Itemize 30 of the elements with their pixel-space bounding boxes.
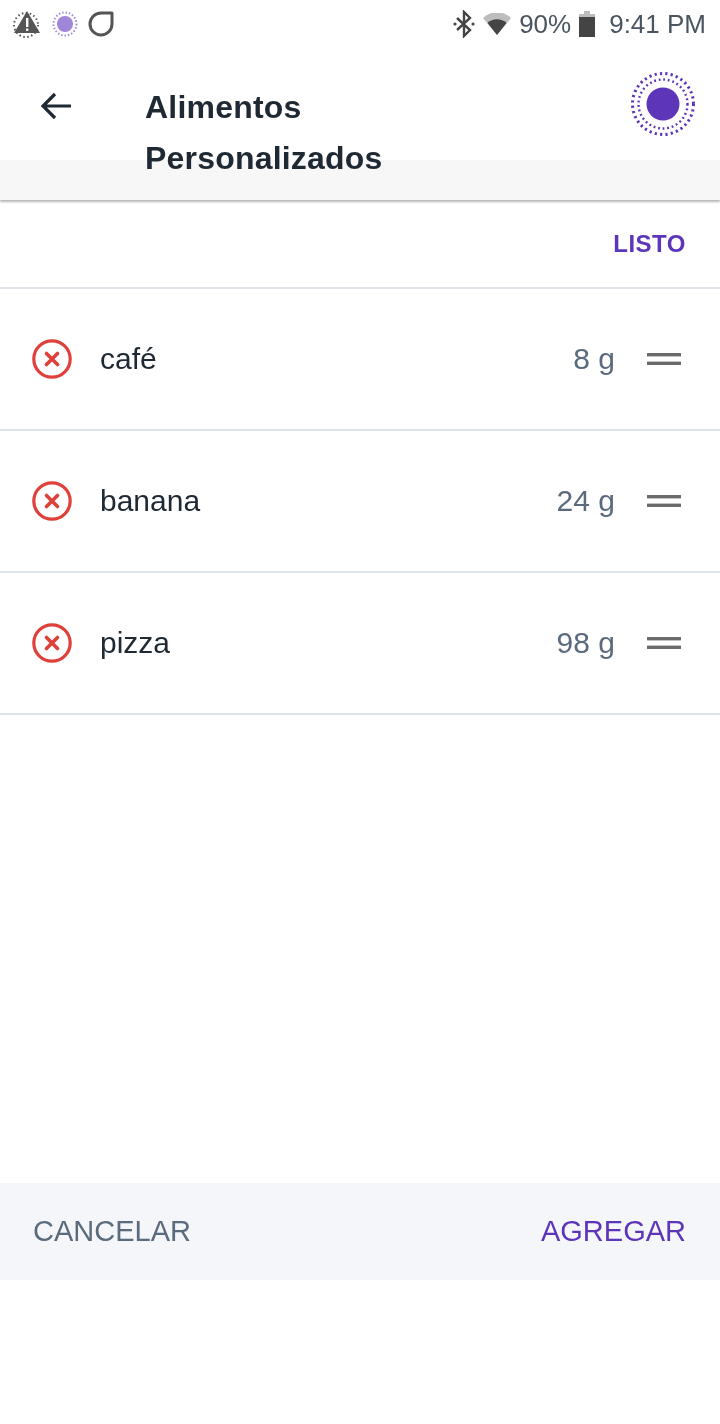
delete-button[interactable] [32,481,72,521]
remove-circle-icon [32,339,72,379]
cancel-button[interactable]: CANCELAR [33,1215,191,1248]
bluetooth-icon [453,10,476,38]
drag-handle-icon[interactable] [647,637,681,649]
delete-button[interactable] [32,339,72,379]
food-amount: 98 g [556,626,615,660]
remove-circle-icon [32,481,72,521]
wifi-icon [483,13,512,35]
food-name: café [100,342,158,376]
screen-title: Alimentos Personalizados [145,88,384,178]
drag-handle-icon[interactable] [647,353,681,365]
drag-handle-icon[interactable] [647,495,681,507]
done-button[interactable]: LISTO [613,229,686,258]
back-arrow-icon [40,92,72,120]
battery-icon [579,11,596,37]
remove-circle-icon [32,623,72,663]
ring-icon [88,11,114,37]
food-name: banana [100,484,202,518]
warning-icon [12,9,42,39]
food-amount: 24 g [556,484,615,518]
clock-time: 9:41 PM [609,9,706,39]
back-button[interactable] [38,90,74,122]
add-button[interactable]: AGREGAR [540,1215,686,1248]
dotted-circle-icon [52,11,78,37]
delete-button[interactable] [32,623,72,663]
food-amount: 8 g [573,342,615,376]
dotted-circle-logo-icon [631,72,695,136]
food-name: pizza [100,626,172,660]
battery-percentage: 90% [519,9,572,39]
